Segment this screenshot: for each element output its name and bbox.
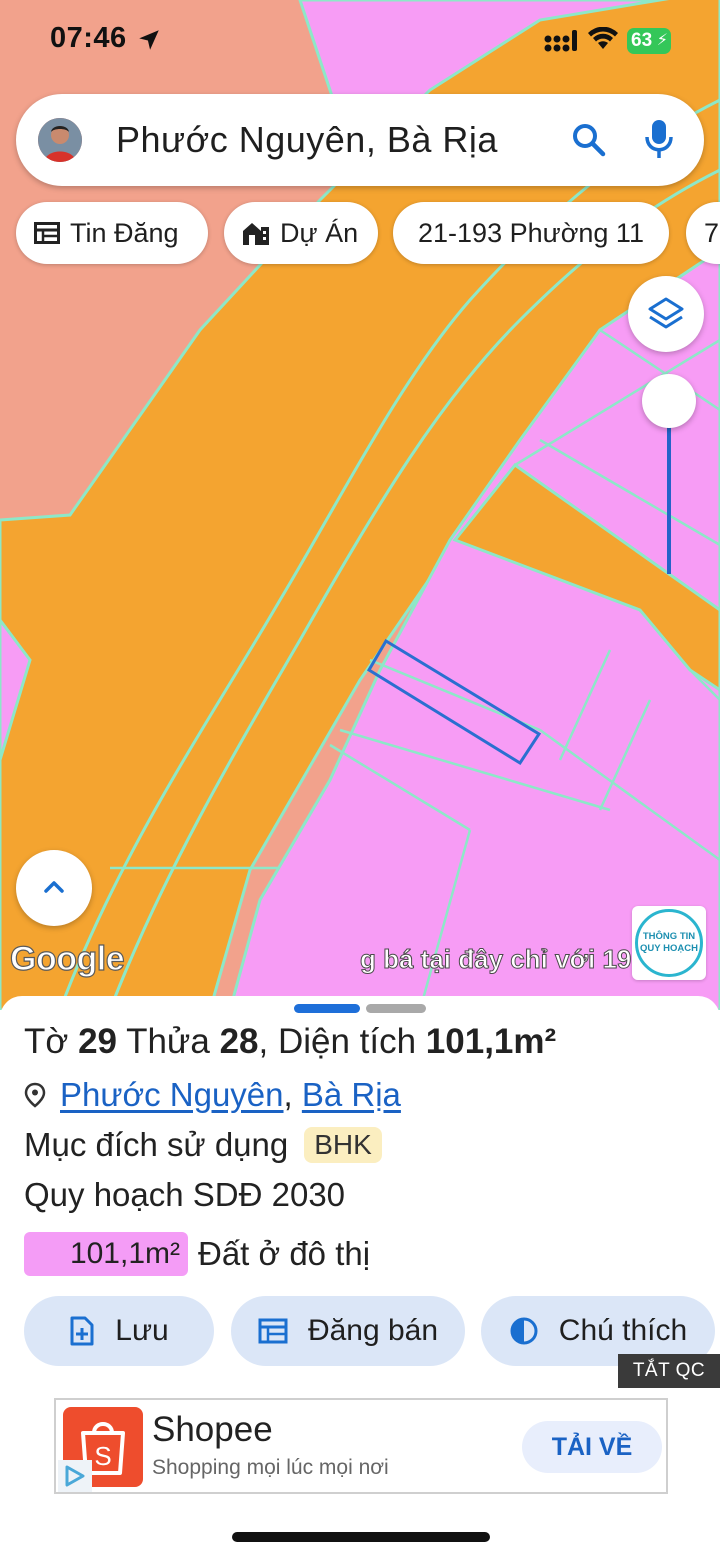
add-document-icon xyxy=(70,1316,94,1346)
planning-info-line1: THÔNG TIN xyxy=(642,931,696,942)
location-pin-icon xyxy=(24,1082,46,1108)
contrast-icon xyxy=(510,1317,538,1345)
area-value: 101,1m² xyxy=(425,1022,557,1061)
ad-subtitle: Shopping mọi lúc mọi nơi xyxy=(152,1456,389,1479)
post-for-sale-button[interactable]: Đăng bán xyxy=(231,1296,465,1366)
search-icon[interactable] xyxy=(570,121,608,159)
microphone-icon[interactable] xyxy=(642,118,676,162)
plot-number: 28 xyxy=(219,1022,259,1061)
land-use-row: Mục đích sử dụng BHK xyxy=(24,1126,382,1164)
install-button[interactable]: TẢI VỀ xyxy=(522,1421,662,1473)
city-link[interactable]: Bà Rịa xyxy=(302,1076,401,1114)
hide-ads-button[interactable]: TẮT QC xyxy=(618,1354,720,1388)
listing-icon xyxy=(34,222,60,244)
sheet-page-indicator[interactable] xyxy=(366,1004,426,1013)
plan-title: Quy hoạch SDĐ 2030 xyxy=(24,1176,346,1213)
layers-button[interactable] xyxy=(628,276,704,352)
chip-more-label: 7 xyxy=(704,217,720,248)
planning-info-line2: QUY HOẠCH xyxy=(640,943,698,954)
chip-projects[interactable]: Dự Án xyxy=(224,202,378,264)
chevron-up-icon xyxy=(44,881,64,893)
battery-level: 63 xyxy=(631,30,653,51)
chip-listings[interactable]: Tin Đăng xyxy=(16,202,208,264)
sheet-label: Tờ xyxy=(24,1022,79,1061)
ad-marquee-text: g bá tại đây chỉ với 19 xyxy=(360,944,632,975)
location-arrow-icon xyxy=(139,30,159,50)
ward-link[interactable]: Phước Nguyên xyxy=(60,1076,284,1114)
battery-indicator: 63 ⚡ xyxy=(627,28,671,54)
profile-photo xyxy=(38,118,82,162)
sheet-page-indicator-active[interactable] xyxy=(294,1004,360,1013)
status-bar: 07:46 63 ⚡ xyxy=(0,0,720,84)
map-view[interactable]: 07:46 63 ⚡ Phước Nguyên, Bà Rịa Tin Đăng… xyxy=(0,0,720,1010)
search-input[interactable]: Phước Nguyên, Bà Rịa xyxy=(116,119,498,161)
post-button-label: Đăng bán xyxy=(307,1314,439,1347)
expand-sheet-button[interactable] xyxy=(16,850,92,926)
chip-address[interactable]: 21-193 Phường 11 xyxy=(393,202,669,264)
plan-land-type: Đất ở đô thị xyxy=(198,1235,371,1272)
ad-banner[interactable]: S Shopee Shopping mọi lúc mọi nơi TẢI VỀ xyxy=(54,1398,668,1494)
parcel-title: Tờ 29 Thửa 28, Diện tích 101,1m² xyxy=(24,1022,556,1062)
opacity-slider-track[interactable] xyxy=(667,410,671,574)
planning-info-ring: THÔNG TIN QUY HOẠCH xyxy=(635,909,703,977)
location-separator: , xyxy=(283,1076,293,1113)
sheet-number: 29 xyxy=(78,1022,117,1061)
cellular-signal-icon xyxy=(544,30,577,52)
plan-area-badge: 101,1m² xyxy=(24,1232,188,1276)
parcel-info-sheet: Tờ 29 Thửa 28, Diện tích 101,1m² Phước N… xyxy=(0,996,720,1559)
google-attribution: Google xyxy=(9,939,125,978)
home-indicator[interactable] xyxy=(232,1532,490,1542)
ad-choices-icon[interactable] xyxy=(58,1460,92,1492)
status-time: 07:46 xyxy=(50,22,127,54)
legend-button-label: Chú thích xyxy=(558,1314,688,1347)
planning-info-button[interactable]: THÔNG TIN QUY HOẠCH xyxy=(632,906,706,980)
plan-area-row: 101,1m² Đất ở đô thị xyxy=(24,1232,370,1276)
ad-title: Shopee xyxy=(152,1410,273,1449)
layers-icon xyxy=(648,297,684,329)
charging-bolt-icon: ⚡ xyxy=(656,32,668,49)
save-button-label: Lưu xyxy=(115,1314,169,1347)
filter-chips: Tin Đăng Dự Án 21-193 Phường 11 7 xyxy=(0,202,720,264)
save-button[interactable]: Lưu xyxy=(24,1296,214,1366)
chip-projects-label: Dự Án xyxy=(280,217,359,248)
svg-text:S: S xyxy=(94,1441,111,1471)
location-row: Phước Nguyên, Bà Rịa xyxy=(24,1076,401,1114)
plot-label: Thửa xyxy=(117,1022,220,1061)
chip-listings-label: Tin Đăng xyxy=(70,217,179,248)
chip-more[interactable]: 7 xyxy=(686,202,720,264)
search-bar[interactable]: Phước Nguyên, Bà Rịa xyxy=(16,94,704,186)
wifi-icon xyxy=(588,27,618,49)
land-use-label: Mục đích sử dụng xyxy=(24,1126,289,1163)
opacity-slider-thumb[interactable] xyxy=(642,374,696,428)
area-label: , Diện tích xyxy=(258,1022,426,1061)
chip-address-label: 21-193 Phường 11 xyxy=(418,217,644,248)
listing-icon xyxy=(258,1318,288,1344)
land-use-code-badge: BHK xyxy=(304,1127,382,1163)
building-icon xyxy=(243,223,269,245)
avatar[interactable] xyxy=(38,118,82,162)
